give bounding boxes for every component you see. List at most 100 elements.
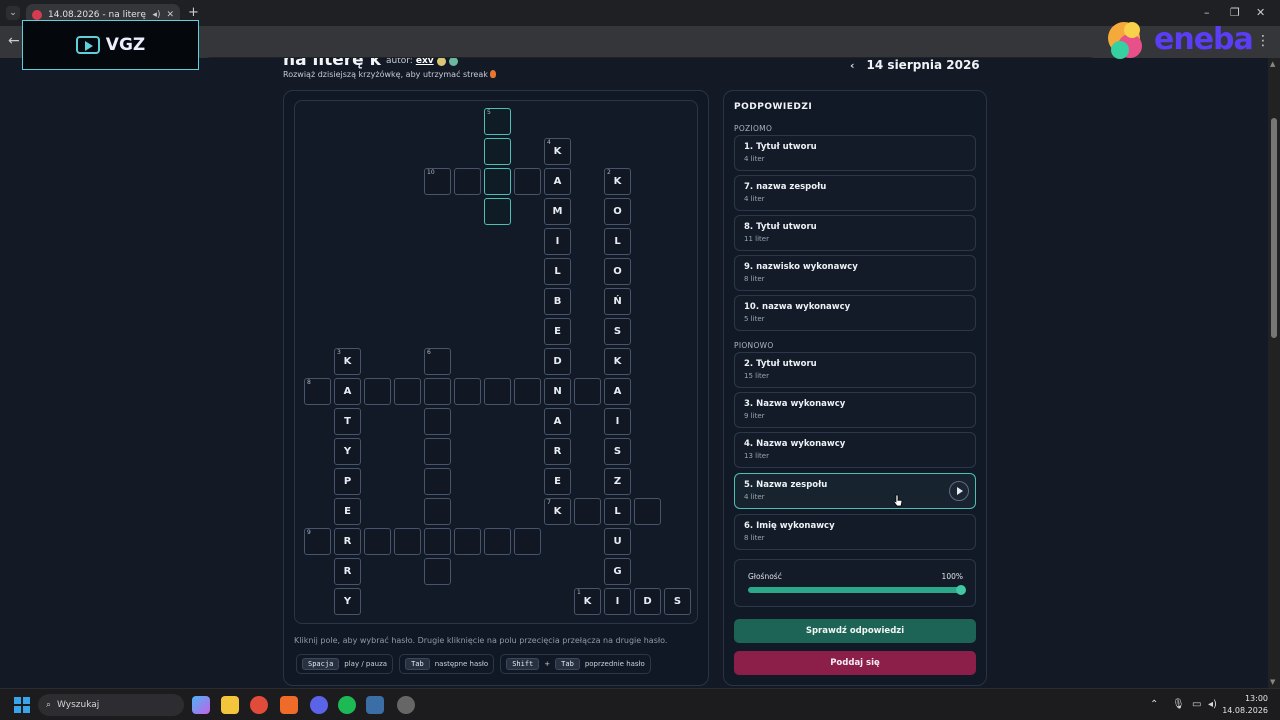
grid-cell[interactable] — [514, 528, 541, 555]
clue-across-7[interactable]: 7. nazwa zespołu 4 liter — [734, 175, 976, 211]
grid-cell[interactable] — [484, 378, 511, 405]
grid-cell[interactable]: P — [334, 468, 361, 495]
grid-cell[interactable]: D — [544, 348, 571, 375]
grid-cell[interactable]: 7K — [544, 498, 571, 525]
grid-cell[interactable]: 5 — [484, 108, 511, 135]
grid-cell[interactable] — [394, 528, 421, 555]
speaker-icon[interactable]: ◂) — [152, 10, 160, 20]
tray-chevron-up-icon[interactable]: ⌃ — [1150, 699, 1158, 710]
previous-day-chevron-icon[interactable]: ‹ — [850, 59, 855, 72]
give-up-button[interactable]: Poddaj się — [734, 651, 976, 675]
grid-cell[interactable]: S — [604, 438, 631, 465]
monitor-icon[interactable]: ▭ — [1192, 699, 1201, 710]
grid-cell[interactable]: M — [544, 198, 571, 225]
taskbar-clock[interactable]: 13:00 14.08.2026 — [1222, 693, 1268, 717]
grid-cell[interactable]: 4K — [544, 138, 571, 165]
spotify-icon[interactable] — [338, 696, 356, 714]
clue-down-4[interactable]: 4. Nazwa wykonawcy 13 liter — [734, 432, 976, 468]
discord-icon[interactable] — [310, 696, 328, 714]
clue-down-6[interactable]: 6. Imię wykonawcy 8 liter — [734, 514, 976, 550]
clue-across-8[interactable]: 8. Tytuł utworu 11 liter — [734, 215, 976, 251]
grid-cell[interactable] — [454, 168, 481, 195]
clue-across-10[interactable]: 10. nazwa wykonawcy 5 liter — [734, 295, 976, 331]
page-scrollbar[interactable]: ▲ ▼ — [1268, 58, 1280, 688]
grid-cell[interactable]: L — [544, 258, 571, 285]
author-link[interactable]: exv — [416, 58, 434, 66]
grid-cell[interactable] — [514, 168, 541, 195]
grid-cell[interactable] — [634, 498, 661, 525]
grid-cell[interactable]: 10 — [424, 168, 451, 195]
brave-icon[interactable] — [280, 696, 298, 714]
grid-cell[interactable] — [574, 378, 601, 405]
grid-cell[interactable]: A — [544, 408, 571, 435]
grid-cell[interactable]: R — [544, 438, 571, 465]
grid-cell[interactable] — [364, 378, 391, 405]
grid-cell[interactable]: R — [334, 528, 361, 555]
grid-cell[interactable] — [364, 528, 391, 555]
grid-cell[interactable]: E — [544, 468, 571, 495]
grid-cell[interactable] — [394, 378, 421, 405]
grid-cell[interactable]: S — [664, 588, 691, 615]
grid-cell[interactable]: I — [544, 228, 571, 255]
recording-app-icon[interactable] — [397, 696, 415, 714]
grid-cell[interactable] — [424, 528, 451, 555]
grid-cell[interactable]: Y — [334, 438, 361, 465]
grid-cell[interactable]: 2K — [604, 168, 631, 195]
grid-cell[interactable] — [424, 438, 451, 465]
grid-cell[interactable]: I — [604, 588, 631, 615]
scroll-up-icon[interactable]: ▲ — [1270, 60, 1275, 68]
scrollbar-thumb[interactable] — [1271, 118, 1277, 338]
grid-cell[interactable]: B — [544, 288, 571, 315]
back-arrow-icon[interactable]: ← — [8, 33, 20, 49]
steam-icon[interactable] — [366, 696, 384, 714]
grid-cell[interactable]: Ń — [604, 288, 631, 315]
grid-cell[interactable] — [484, 528, 511, 555]
grid-cell[interactable]: O — [604, 258, 631, 285]
grid-cell[interactable]: N — [544, 378, 571, 405]
grid-cell[interactable] — [484, 198, 511, 225]
grid-cell[interactable] — [484, 168, 511, 195]
grid-cell[interactable]: E — [544, 318, 571, 345]
play-icon[interactable] — [949, 481, 969, 501]
grid-cell[interactable]: R — [334, 558, 361, 585]
grid-cell[interactable] — [574, 498, 601, 525]
grid-cell[interactable] — [424, 408, 451, 435]
tab-search-chevron-down-icon[interactable]: ⌄ — [6, 6, 20, 20]
grid-cell[interactable]: 1K — [574, 588, 601, 615]
clue-across-9[interactable]: 9. nazwisko wykonawcy 8 liter — [734, 255, 976, 291]
grid-cell[interactable] — [454, 528, 481, 555]
grid-cell[interactable]: G — [604, 558, 631, 585]
scroll-down-icon[interactable]: ▼ — [1270, 678, 1275, 686]
clue-down-5[interactable]: 5. Nazwa zespołu 4 liter — [734, 473, 976, 509]
grid-cell[interactable]: D — [634, 588, 661, 615]
clue-across-1[interactable]: 1. Tytuł utworu 4 liter — [734, 135, 976, 171]
clue-down-3[interactable]: 3. Nazwa wykonawcy 9 liter — [734, 392, 976, 428]
grid-cell[interactable]: Z — [604, 468, 631, 495]
microphone-icon[interactable]: 🎙 — [1172, 699, 1185, 710]
grid-cell[interactable] — [484, 138, 511, 165]
grid-cell[interactable]: K — [604, 348, 631, 375]
file-explorer-icon[interactable] — [221, 696, 239, 714]
grid-cell[interactable] — [424, 378, 451, 405]
copilot-icon[interactable] — [192, 696, 210, 714]
volume-handle[interactable] — [956, 585, 966, 595]
taskbar-search[interactable]: ⌕ Wyszukaj — [38, 694, 184, 716]
grid-cell[interactable]: Y — [334, 588, 361, 615]
grid-cell[interactable]: A — [604, 378, 631, 405]
grid-cell[interactable] — [454, 378, 481, 405]
grid-cell[interactable]: 8 — [304, 378, 331, 405]
volume-icon[interactable]: ◂) — [1208, 699, 1217, 710]
grid-cell[interactable]: E — [334, 498, 361, 525]
grid-cell[interactable]: L — [604, 228, 631, 255]
grid-cell[interactable]: 3K — [334, 348, 361, 375]
grid-cell[interactable]: 6 — [424, 348, 451, 375]
grid-cell[interactable] — [424, 558, 451, 585]
check-answers-button[interactable]: Sprawdź odpowiedzi — [734, 619, 976, 643]
grid-cell[interactable] — [514, 378, 541, 405]
grid-cell[interactable]: I — [604, 408, 631, 435]
grid-cell[interactable]: S — [604, 318, 631, 345]
grid-cell[interactable]: A — [334, 378, 361, 405]
windows-start-icon[interactable] — [14, 697, 30, 713]
grid-cell[interactable]: T — [334, 408, 361, 435]
close-tab-icon[interactable]: ✕ — [166, 10, 174, 20]
